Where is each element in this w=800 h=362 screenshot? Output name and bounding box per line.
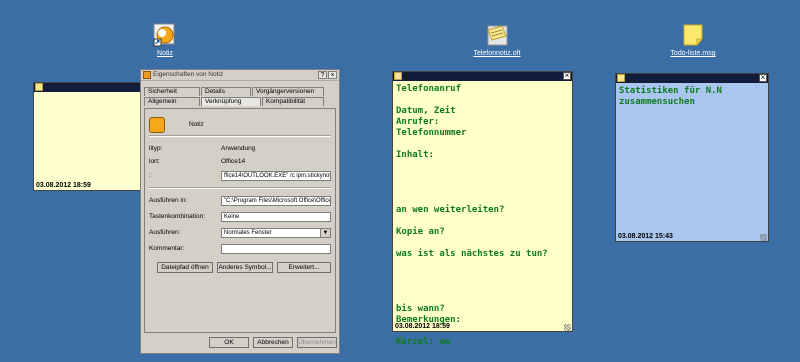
outlook-shortcut-icon bbox=[152, 22, 178, 48]
ausfuehren-in-input[interactable]: "C:\Program Files\Microsoft Office\Offic… bbox=[221, 196, 331, 206]
desktop-icon-todo-liste[interactable]: Todo-liste.msg bbox=[648, 22, 738, 57]
row-kommentar: Kommentar: bbox=[149, 244, 331, 254]
desktop-icon-label: Todo-liste.msg bbox=[670, 50, 716, 57]
resize-grip-icon[interactable] bbox=[564, 324, 571, 331]
row-ausfuehren-in: Ausführen in: "C:\Program Files\Microsof… bbox=[149, 196, 331, 206]
note-body[interactable]: Telefonanruf Datum, Zeit Anrufer: Telefo… bbox=[393, 81, 572, 347]
dialog-title: Eigenschaften von Notiz bbox=[153, 71, 224, 78]
note-menu-icon[interactable] bbox=[617, 74, 625, 82]
tab-verknuepfung[interactable]: Verknüpfung bbox=[201, 97, 261, 106]
note-date: 03.08.2012 18:59 bbox=[395, 323, 450, 330]
note-text[interactable]: Statistiken für N.N zusammensuchen bbox=[616, 83, 768, 111]
anderes-symbol-button[interactable]: Anderes Symbol... bbox=[217, 262, 273, 273]
desktop-icon-label: Notiz bbox=[157, 50, 173, 57]
chevron-down-icon[interactable]: ▼ bbox=[320, 229, 330, 237]
erweitert-button[interactable]: Erweitert... bbox=[277, 262, 331, 273]
sticky-note-telefon[interactable]: × Telefonanruf Datum, Zeit Anrufer: Tele… bbox=[392, 71, 573, 347]
divider bbox=[149, 135, 331, 137]
resize-grip-icon[interactable] bbox=[760, 234, 767, 241]
desktop-icon-notiz[interactable]: Notiz bbox=[120, 22, 210, 57]
tab-allgemein[interactable]: Allgemein bbox=[144, 97, 200, 106]
note-date: 03.08.2012 18:59 bbox=[36, 182, 91, 189]
note-text[interactable]: Telefonanruf Datum, Zeit Anrufer: Telefo… bbox=[393, 81, 572, 351]
note-footer: 03.08.2012 15:43 bbox=[616, 232, 768, 241]
tab-vorgaengerversionen[interactable]: Vorgängerversionen bbox=[252, 87, 324, 96]
sticky-note-statistik[interactable]: × Statistiken für N.N zusammensuchen 03.… bbox=[615, 73, 769, 242]
ziel-label: : bbox=[149, 172, 151, 179]
note-title-bar[interactable]: × bbox=[616, 74, 768, 83]
abbrechen-button[interactable]: Abbrechen bbox=[253, 337, 293, 348]
divider bbox=[149, 187, 331, 189]
note-menu-icon[interactable] bbox=[35, 83, 43, 91]
shortcut-icon bbox=[143, 71, 151, 79]
zieltyp-value: Anwendung bbox=[221, 145, 256, 152]
tab-kompatibilitaet[interactable]: Kompatibilität bbox=[262, 97, 324, 106]
dateipfad-oeffnen-button[interactable]: Dateipfad öffnen bbox=[157, 262, 213, 273]
help-button[interactable]: ? bbox=[318, 71, 327, 79]
shortcut-name: Notiz bbox=[189, 121, 204, 128]
ausfuehren-selected: Normales Fenster bbox=[224, 230, 272, 236]
note-body[interactable]: Statistiken für N.N zusammensuchen bbox=[616, 83, 768, 232]
desktop-icon-telefonnotiz[interactable]: Telefonnotiz.oft bbox=[452, 22, 542, 57]
sticky-note-message-icon bbox=[680, 22, 706, 48]
zielort-label: lort: bbox=[149, 158, 160, 165]
kommentar-label: Kommentar: bbox=[149, 245, 185, 252]
tab-details[interactable]: Details bbox=[201, 87, 251, 96]
ausfuehren-in-label: Ausführen in: bbox=[149, 197, 188, 204]
row-ziel: : ffice14\OUTLOOK.EXE" /c ipm.stickynote bbox=[149, 171, 331, 181]
close-icon[interactable]: × bbox=[563, 72, 571, 80]
tastenkombination-input[interactable]: Keine bbox=[221, 212, 331, 222]
shortcut-large-icon bbox=[149, 117, 165, 133]
dialog-title-bar[interactable]: Eigenschaften von Notiz ? × bbox=[141, 70, 339, 81]
row-zielort: lort: Office14 bbox=[149, 157, 331, 167]
row-ausfuehren: Ausführen: Normales Fenster ▼ bbox=[149, 228, 331, 238]
sticky-note-template-icon bbox=[484, 22, 510, 48]
row-tastenkombination: Tastenkombination: Keine bbox=[149, 212, 331, 222]
tab-sicherheit[interactable]: Sicherheit bbox=[144, 87, 200, 96]
zielort-value: Office14 bbox=[221, 158, 246, 165]
ok-button[interactable]: OK bbox=[209, 337, 249, 348]
uebernehmen-button[interactable]: Übernehmen bbox=[297, 337, 337, 348]
ausfuehren-label: Ausführen: bbox=[149, 229, 181, 236]
tastenkombination-label: Tastenkombination: bbox=[149, 213, 206, 220]
properties-dialog: Eigenschaften von Notiz ? × Sicherheit D… bbox=[140, 69, 340, 354]
note-menu-icon[interactable] bbox=[394, 72, 402, 80]
ausfuehren-select[interactable]: Normales Fenster ▼ bbox=[221, 228, 331, 238]
ziel-input[interactable]: ffice14\OUTLOOK.EXE" /c ipm.stickynote bbox=[221, 171, 331, 181]
kommentar-input[interactable] bbox=[221, 244, 331, 254]
close-button[interactable]: × bbox=[328, 71, 337, 79]
tab-panel-verknuepfung: Notiz lltyp: Anwendung lort: Office14 : … bbox=[144, 108, 336, 333]
zieltyp-label: lltyp: bbox=[149, 145, 163, 152]
close-icon[interactable]: × bbox=[759, 74, 767, 82]
row-zieltyp: lltyp: Anwendung bbox=[149, 144, 331, 154]
note-title-bar[interactable]: × bbox=[393, 72, 572, 81]
note-footer: 03.08.2012 18:59 bbox=[393, 322, 572, 331]
note-date: 03.08.2012 15:43 bbox=[618, 233, 673, 240]
desktop-icon-label: Telefonnotiz.oft bbox=[473, 50, 521, 57]
